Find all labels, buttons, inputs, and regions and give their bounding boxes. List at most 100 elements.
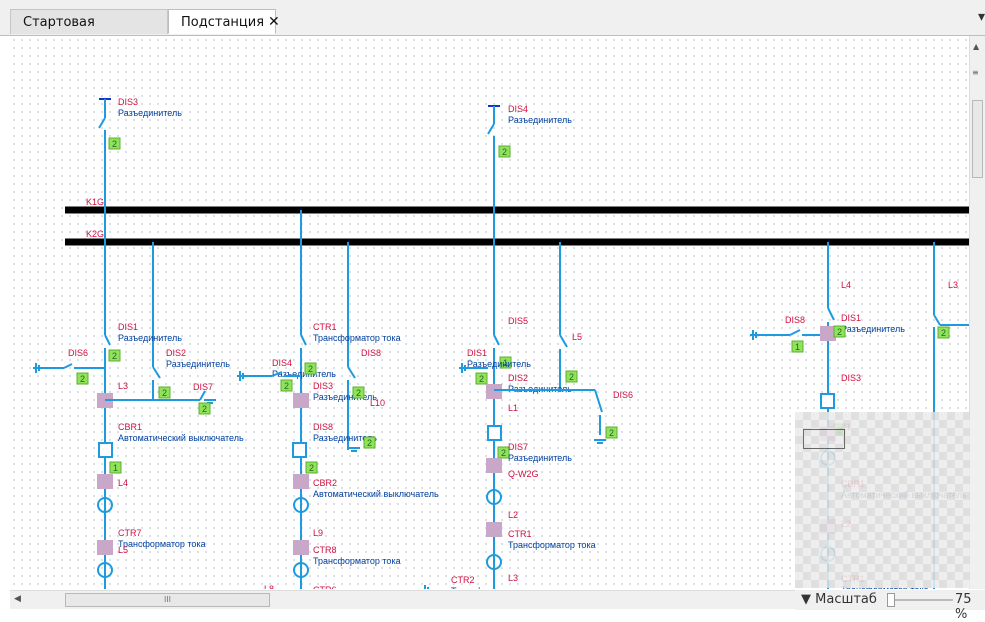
- connection-node: [486, 458, 502, 473]
- switch-blade: [493, 334, 500, 346]
- switch-blade: [152, 366, 161, 379]
- element-id-label: L3: [118, 381, 128, 391]
- switch-blade: [63, 363, 73, 369]
- circuit-breaker-icon: [292, 442, 307, 458]
- zoom-value: 75 %: [955, 592, 972, 622]
- scrollbar-thumb[interactable]: [972, 100, 983, 178]
- vertical-scrollbar[interactable]: ▲ ≡: [969, 36, 985, 589]
- node-marker-label: 2: [112, 351, 117, 361]
- element-id-label: L2: [508, 510, 518, 520]
- element-id-label: Q-W2G: [508, 469, 539, 479]
- node-marker-label: 2: [309, 463, 314, 473]
- element-id-label: DIS4: [508, 104, 528, 114]
- circuit-breaker-icon: [487, 425, 502, 441]
- switch-blade: [199, 390, 206, 401]
- node-marker-label: 1: [113, 463, 118, 473]
- scroll-up-icon[interactable]: ▲: [973, 42, 979, 51]
- element-id-label: CTR1: [508, 529, 532, 539]
- element-description-label: Трансформатор тока: [313, 556, 401, 566]
- switch-blade: [98, 117, 106, 129]
- element-description-label: Разъединитель: [272, 369, 336, 379]
- element-description-label: Трансформатор тока: [508, 540, 596, 550]
- element-id-label: DIS7: [193, 382, 213, 392]
- busbar-label: K2G: [86, 229, 104, 239]
- element-description-label: Разъединитель: [508, 453, 572, 463]
- element-id-label: L4: [118, 478, 128, 488]
- overview-minimap[interactable]: [795, 412, 970, 588]
- connection-node: [293, 540, 309, 555]
- element-id-label: DIS4: [272, 358, 292, 368]
- node-marker-label: 2: [367, 438, 372, 448]
- tab-start-page[interactable]: Стартовая страница: [10, 9, 168, 55]
- switch-blade: [594, 389, 603, 413]
- zoom-control: ▼ Масштаб 75 %: [795, 590, 985, 622]
- element-id-label: CTR1: [313, 322, 337, 332]
- element-id-label: DIS8: [313, 422, 333, 432]
- connection-node: [486, 384, 502, 399]
- switch-blade: [559, 334, 568, 348]
- element-id-label: DIS3: [841, 373, 861, 383]
- element-description-label: Разъединитель: [508, 115, 572, 125]
- element-id-label: DIS3: [313, 381, 333, 391]
- scroll-left-icon[interactable]: ◀: [14, 594, 21, 604]
- node-marker-label: 2: [356, 388, 361, 398]
- horizontal-scrollbar[interactable]: ◀ III: [10, 590, 795, 609]
- node-marker-label: 1: [795, 342, 800, 352]
- switch-blade: [827, 307, 835, 321]
- element-id-label: DIS2: [508, 373, 528, 383]
- element-id-label: DIS8: [785, 315, 805, 325]
- node-marker-label: 2: [837, 327, 842, 337]
- circuit-breaker-icon: [820, 393, 835, 409]
- element-id-label: CBR2: [313, 478, 337, 488]
- close-icon[interactable]: ✕: [268, 14, 280, 30]
- zoom-slider[interactable]: [887, 599, 953, 601]
- element-id-label: DIS6: [613, 390, 633, 400]
- connection-node: [97, 474, 113, 489]
- element-description-label: Трансформатор тока: [451, 586, 539, 589]
- minimap-viewport[interactable]: [803, 429, 845, 449]
- element-id-label: DIS7: [508, 442, 528, 452]
- node-marker-label: 2: [112, 139, 117, 149]
- element-id-label: DIS5: [508, 316, 528, 326]
- switch-blade: [104, 334, 111, 346]
- element-id-label: L8: [264, 584, 274, 589]
- zoom-slider-thumb[interactable]: [887, 593, 895, 607]
- switch-blade: [300, 334, 307, 346]
- node-marker-label: 2: [162, 388, 167, 398]
- tab-list-dropdown-icon[interactable]: ▾: [978, 9, 985, 25]
- element-id-label: L1: [508, 403, 518, 413]
- connection-node: [97, 540, 113, 555]
- element-description-label: Трансформатор тока: [313, 333, 401, 343]
- element-description-label: Разъединитель: [313, 392, 377, 402]
- tab-substation[interactable]: Подстанция ✕: [168, 9, 280, 34]
- element-description-label: Разъединитель: [467, 359, 531, 369]
- connection-node: [293, 393, 309, 408]
- element-id-label: DIS8: [361, 348, 381, 358]
- zoom-label[interactable]: ▼ Масштаб: [801, 592, 877, 607]
- element-id-label: L10: [370, 398, 385, 408]
- circuit-breaker-icon: [98, 442, 113, 458]
- node-marker-label: 2: [80, 374, 85, 384]
- node-marker-label: 2: [941, 328, 946, 338]
- element-id-label: CBR1: [118, 422, 142, 432]
- switch-blade: [789, 329, 801, 336]
- node-marker-label: 2: [479, 374, 484, 384]
- scrollbar-grip-icon: III: [163, 595, 172, 604]
- element-id-label: CTR7: [118, 528, 142, 538]
- element-description-label: Трансформатор тока: [118, 539, 206, 549]
- node-marker-label: 2: [202, 404, 207, 414]
- element-description-label: Разъединитель: [118, 333, 182, 343]
- node-marker-label: 2: [609, 428, 614, 438]
- tab-label: Подстанция: [181, 15, 265, 30]
- node-marker-label: 2: [502, 147, 507, 157]
- element-id-label: DIS1: [841, 313, 861, 323]
- element-id-label: L3: [508, 573, 518, 583]
- switch-blade: [347, 366, 356, 379]
- node-marker-label: 2: [284, 381, 289, 391]
- scrollbar-thumb[interactable]: III: [65, 593, 270, 607]
- element-id-label: L5: [572, 332, 582, 342]
- element-id-label: DIS1: [118, 322, 138, 332]
- element-id-label: CTR2: [451, 575, 475, 585]
- node-marker-label: 2: [569, 372, 574, 382]
- connection-node: [293, 474, 309, 489]
